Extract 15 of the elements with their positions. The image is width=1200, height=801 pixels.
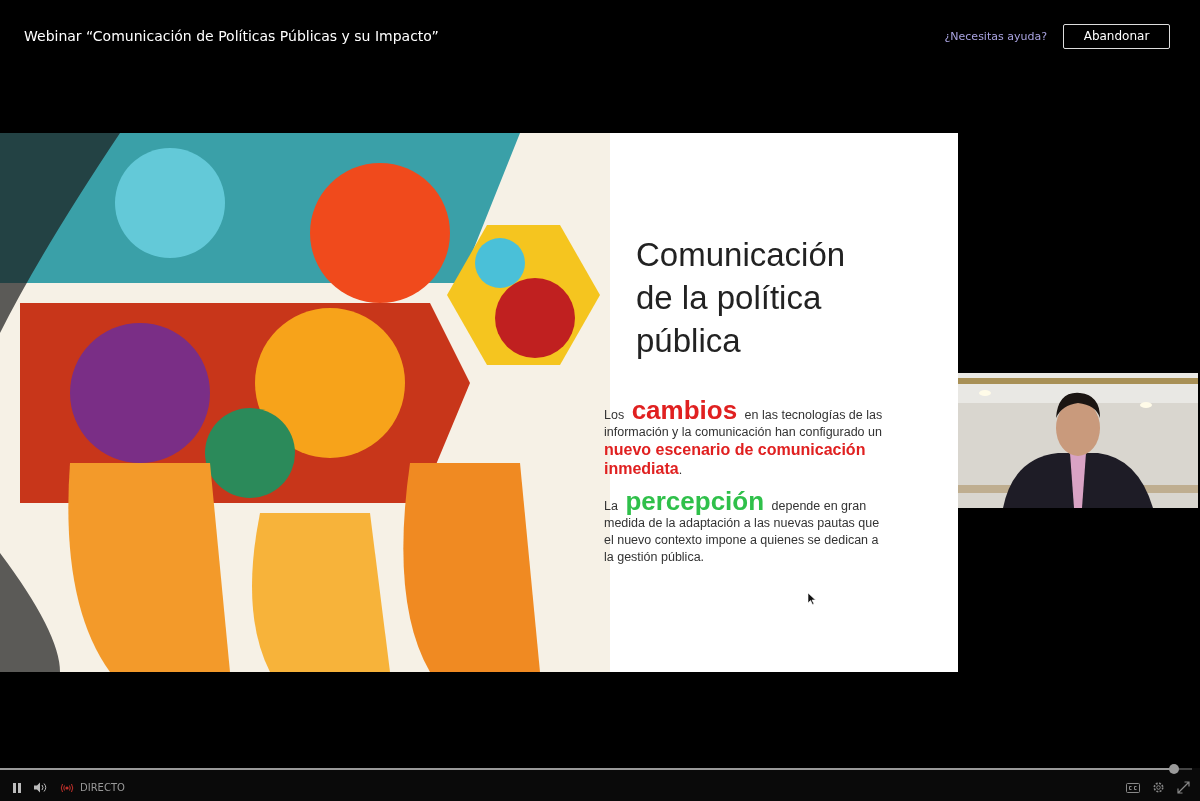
volume-icon[interactable] bbox=[34, 782, 48, 793]
settings-icon[interactable] bbox=[1152, 781, 1165, 794]
pause-icon[interactable] bbox=[12, 782, 22, 793]
captions-icon[interactable] bbox=[1126, 782, 1140, 793]
slide-paragraph: Los cambios en las tecnologías de las información y la comunicación han configurado un nuevo escenario de comunicación inmediata. bbox=[604, 402, 884, 479]
leave-button[interactable]: Abandonar bbox=[1063, 23, 1170, 49]
live-label: DIRECTO bbox=[80, 782, 125, 793]
fullscreen-icon[interactable] bbox=[1177, 781, 1190, 794]
cursor-icon bbox=[808, 593, 816, 605]
broadcast-icon bbox=[60, 782, 74, 793]
progress-thumb[interactable] bbox=[1169, 764, 1180, 774]
help-link[interactable]: ¿Necesitas ayuda? bbox=[944, 29, 1047, 43]
slide-title: Comunicación de la política pública bbox=[636, 235, 847, 361]
window-title: Webinar “Comunicación de Políticas Públicas y su Impacto” bbox=[24, 28, 439, 44]
slide-paragraph: La percepción depende en gran medida de la adaptación a las nuevas pautas que el nuevo contexto impone a quienes se dedican a la gestión pública. bbox=[604, 493, 881, 566]
